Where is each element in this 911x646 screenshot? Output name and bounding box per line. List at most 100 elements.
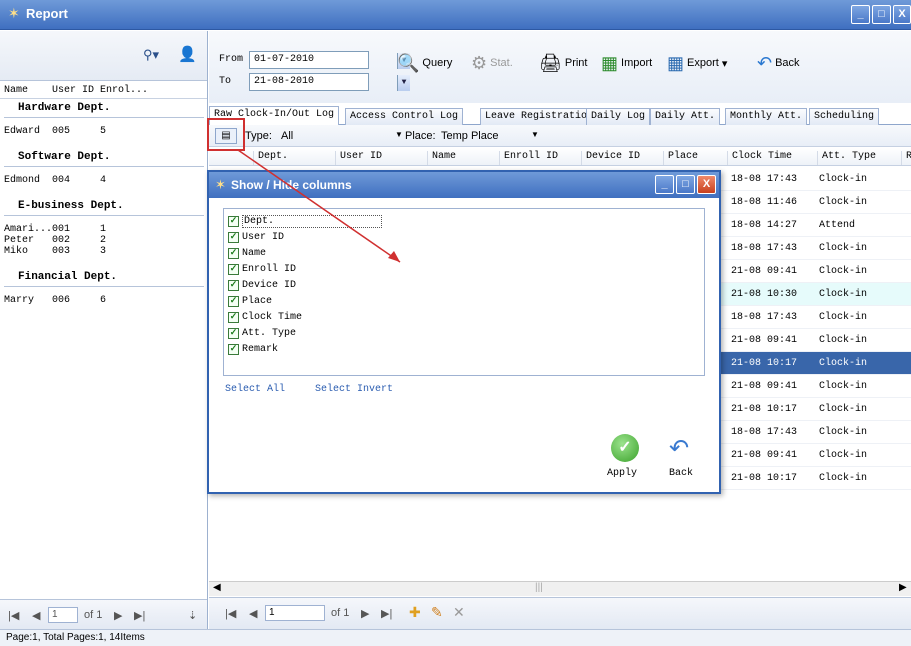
horizontal-scrollbar[interactable]: ◀ ||| ▶ [209, 581, 911, 596]
column-checkbox[interactable]: ✓ Device ID [228, 277, 296, 293]
first-page-icon[interactable]: |◀ [225, 607, 236, 620]
employee-user-id[interactable]: 005 [52, 126, 70, 137]
checkmark-icon[interactable]: ✓ [611, 434, 639, 462]
column-header[interactable]: Place [663, 151, 698, 165]
column-header[interactable]: Device ID [581, 151, 640, 165]
employee-user-id[interactable]: 001 [52, 224, 70, 235]
column-checkbox[interactable]: ✓ Clock Time [228, 309, 302, 325]
tab-monthly-att[interactable]: Monthly Att. [725, 108, 808, 125]
employee-name[interactable]: Miko [4, 246, 28, 257]
scroll-left-icon[interactable]: ◀ [213, 582, 221, 593]
column-checkbox[interactable]: ✓ User ID [228, 229, 284, 245]
checkbox-checked-icon[interactable]: ✓ [228, 247, 239, 259]
dialog-title-bar[interactable]: ✶ Show / Hide columns _ □ X [209, 172, 719, 198]
tab-scheduling[interactable]: Scheduling [809, 108, 880, 125]
checkbox-checked-icon[interactable]: ✓ [228, 215, 239, 227]
query-button[interactable]: 🔍 Query [397, 51, 452, 75]
chevron-down-icon[interactable]: ▼ [395, 130, 403, 139]
stat-button[interactable]: ⚙ Stat. [471, 51, 513, 75]
tab-access-control-log[interactable]: Access Control Log [345, 108, 464, 125]
close-button[interactable]: X [893, 5, 911, 24]
employee-enroll-id[interactable]: 2 [100, 235, 106, 246]
next-page-icon[interactable]: ▶ [114, 609, 122, 622]
select-all-link[interactable]: Select All [225, 384, 285, 395]
checkbox-checked-icon[interactable]: ✓ [228, 279, 239, 291]
employee-enroll-id[interactable]: 1 [100, 224, 106, 235]
back-button[interactable]: Back [669, 468, 693, 479]
column-header[interactable]: Name [427, 151, 456, 165]
export-button[interactable]: ▦ Export ▾ [667, 51, 727, 75]
column-header[interactable]: Dept. [253, 151, 288, 165]
import-button[interactable]: ▦ Import [601, 51, 652, 75]
tab-daily-att[interactable]: Daily Att. [650, 108, 721, 125]
employee-name[interactable]: Marry [4, 295, 34, 306]
employee-user-id[interactable]: 003 [52, 246, 70, 257]
column-checkbox[interactable]: ✓ Enroll ID [228, 261, 296, 277]
select-invert-link[interactable]: Select Invert [315, 384, 393, 395]
checkbox-checked-icon[interactable]: ✓ [228, 231, 239, 243]
back-arrow-icon[interactable]: ↶ [669, 434, 689, 463]
type-select[interactable]: All [281, 130, 293, 142]
column-header[interactable]: Clock Time [727, 151, 792, 165]
delete-icon[interactable]: ✕ [453, 604, 465, 621]
column-checkbox[interactable]: ✓ Place [228, 293, 272, 309]
column-checkbox[interactable]: ✓ Att. Type [228, 325, 296, 341]
column-header[interactable]: Att. Type [817, 151, 876, 165]
chevron-down-icon[interactable]: ▼ [397, 75, 410, 91]
employee-enroll-id[interactable]: 6 [100, 295, 106, 306]
checkbox-checked-icon[interactable]: ✓ [228, 343, 239, 355]
back-button[interactable]: ↶ Back [757, 51, 800, 75]
refresh-icon[interactable]: ⇣ [188, 609, 197, 622]
edit-icon[interactable]: ✎ [431, 604, 443, 621]
scroll-right-icon[interactable]: ▶ [899, 582, 907, 593]
employee-user-id[interactable]: 004 [52, 175, 70, 186]
prev-page-icon[interactable]: ◀ [249, 607, 257, 620]
employee-enroll-id[interactable]: 3 [100, 246, 106, 257]
maximize-button[interactable]: □ [676, 175, 695, 194]
column-checkbox[interactable]: ✓ Remark [228, 341, 278, 357]
first-page-icon[interactable]: |◀ [8, 609, 19, 622]
add-icon[interactable]: ✚ [409, 604, 421, 621]
column-header[interactable]: User ID [335, 151, 382, 165]
department-group[interactable]: Hardware Dept. [18, 102, 110, 114]
col-name[interactable]: Name [4, 85, 28, 96]
checkbox-checked-icon[interactable]: ✓ [228, 311, 239, 323]
department-group[interactable]: Software Dept. [18, 151, 110, 163]
checkbox-checked-icon[interactable]: ✓ [228, 263, 239, 275]
chevron-down-icon[interactable]: ▼ [531, 130, 539, 139]
employee-name[interactable]: Peter [4, 235, 34, 246]
tab-leave-registration[interactable]: Leave Registration [480, 108, 599, 125]
column-checkbox[interactable]: ✓ Dept. [228, 213, 382, 229]
checkbox-checked-icon[interactable]: ✓ [228, 327, 239, 339]
scroll-thumb[interactable]: ||| [535, 582, 543, 593]
print-button[interactable]: 🖨 Print [539, 51, 587, 75]
employee-name[interactable]: Edward [4, 126, 40, 137]
col-user-id[interactable]: User ID [52, 85, 94, 96]
col-enroll[interactable]: Enrol... [100, 85, 148, 96]
employee-name[interactable]: Amari... [4, 224, 52, 235]
search-icon[interactable]: ⚲▾ [143, 47, 159, 63]
column-header[interactable]: R [901, 151, 911, 165]
employee-name[interactable]: Edmond [4, 175, 40, 186]
department-group[interactable]: Financial Dept. [18, 271, 117, 283]
column-header[interactable]: Enroll ID [499, 151, 558, 165]
last-page-icon[interactable]: ▶| [381, 607, 392, 620]
checkbox-checked-icon[interactable]: ✓ [228, 295, 239, 307]
last-page-icon[interactable]: ▶| [134, 609, 145, 622]
close-button[interactable]: X [697, 175, 716, 194]
page-input[interactable]: 1 [265, 605, 325, 621]
to-date-input[interactable]: 21-08-2010 ▼ [249, 73, 410, 91]
place-select[interactable]: Temp Place [441, 130, 498, 142]
employee-user-id[interactable]: 006 [52, 295, 70, 306]
employee-enroll-id[interactable]: 5 [100, 126, 106, 137]
users-icon[interactable]: 👤 [178, 45, 197, 63]
column-checkbox[interactable]: ✓ Name [228, 245, 266, 261]
apply-button[interactable]: Apply [607, 468, 637, 479]
minimize-button[interactable]: _ [655, 175, 674, 194]
department-group[interactable]: E-business Dept. [18, 200, 124, 212]
from-date-input[interactable]: 01-07-2010 ▼ [249, 51, 410, 69]
next-page-icon[interactable]: ▶ [361, 607, 369, 620]
maximize-button[interactable]: □ [872, 5, 891, 24]
minimize-button[interactable]: _ [851, 5, 870, 24]
page-input[interactable]: 1 [48, 607, 78, 623]
